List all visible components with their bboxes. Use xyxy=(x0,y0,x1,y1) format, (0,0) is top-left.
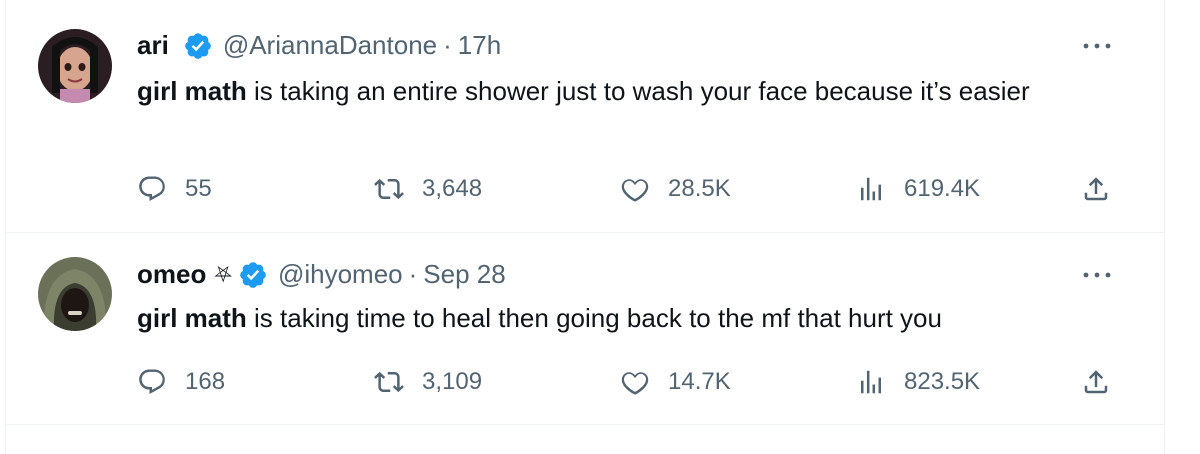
handle[interactable]: @ihyomeo xyxy=(278,259,403,290)
tweet-text-bold: girl math xyxy=(137,303,247,333)
handle[interactable]: @AriannaDantone xyxy=(223,30,437,61)
views-count: 823.5K xyxy=(904,368,981,395)
display-name[interactable]: omeo xyxy=(137,259,206,290)
share-icon xyxy=(1084,370,1108,394)
tweet[interactable]: ari @AriannaDantone · 17h girl math is t… xyxy=(6,0,1165,233)
tweet-text-body: is taking an entire shower just to wash … xyxy=(246,76,1030,106)
reply-button[interactable]: 168 xyxy=(137,362,225,402)
avatar[interactable] xyxy=(38,257,112,331)
views-count: 619.4K xyxy=(904,175,981,202)
reply-button[interactable]: 55 xyxy=(137,169,212,209)
like-count: 14.7K xyxy=(668,368,731,395)
tweet-header: omeo ⛧ @ihyomeo · Sep 28 xyxy=(137,259,506,290)
retweet-count: 3,109 xyxy=(422,368,483,395)
separator: · xyxy=(443,30,452,60)
share-icon xyxy=(1084,177,1108,201)
tweet-text: girl math is taking time to heal then go… xyxy=(137,299,1097,337)
views-button[interactable]: 823.5K xyxy=(856,362,980,402)
separator: · xyxy=(408,259,418,289)
more-icon[interactable] xyxy=(1079,265,1115,285)
reply-count: 55 xyxy=(185,175,212,202)
avatar-image xyxy=(38,29,112,103)
views-icon xyxy=(861,370,881,394)
timestamp[interactable]: Sep 28 xyxy=(423,259,505,290)
views-icon xyxy=(861,177,881,201)
like-button[interactable]: 28.5K xyxy=(620,169,731,209)
display-name[interactable]: ari xyxy=(137,30,169,61)
like-icon xyxy=(621,179,649,202)
avatar-image xyxy=(38,257,112,331)
avatar[interactable] xyxy=(38,29,112,103)
reply-count: 168 xyxy=(185,368,226,395)
reply-icon xyxy=(139,176,165,202)
more-icon[interactable] xyxy=(1079,36,1115,56)
reply-icon xyxy=(139,369,165,395)
tweet[interactable]: omeo ⛧ @ihyomeo · Sep 28 girl math is ta… xyxy=(6,233,1165,425)
retweet-count: 3,648 xyxy=(422,175,483,202)
views-button[interactable]: 619.4K xyxy=(856,169,980,209)
like-count: 28.5K xyxy=(668,175,731,202)
verified-badge-icon[interactable] xyxy=(238,260,268,290)
timestamp[interactable]: 17h xyxy=(458,30,501,61)
name-symbol: ⛧ xyxy=(214,261,232,287)
tweet-text: girl math is taking an entire shower jus… xyxy=(137,72,1097,110)
like-button[interactable]: 14.7K xyxy=(620,362,731,402)
retweet-icon xyxy=(374,371,404,393)
share-button[interactable] xyxy=(1081,169,1111,209)
tweet-header: ari @AriannaDantone · 17h xyxy=(137,30,501,61)
retweet-button[interactable]: 3,648 xyxy=(374,169,482,209)
retweet-button[interactable]: 3,109 xyxy=(374,362,482,402)
tweet-text-body: is taking time to heal then going back t… xyxy=(246,303,942,333)
share-button[interactable] xyxy=(1081,362,1111,402)
tweet-text-bold: girl math xyxy=(137,76,247,106)
like-icon xyxy=(621,372,649,395)
retweet-icon xyxy=(374,178,404,200)
tweet-actions: 168 3,109 14.7K 823.5K xyxy=(137,362,1165,402)
tweet-actions: 55 3,648 28.5K 619.4K xyxy=(137,169,1165,209)
verified-badge-icon[interactable] xyxy=(183,31,213,61)
